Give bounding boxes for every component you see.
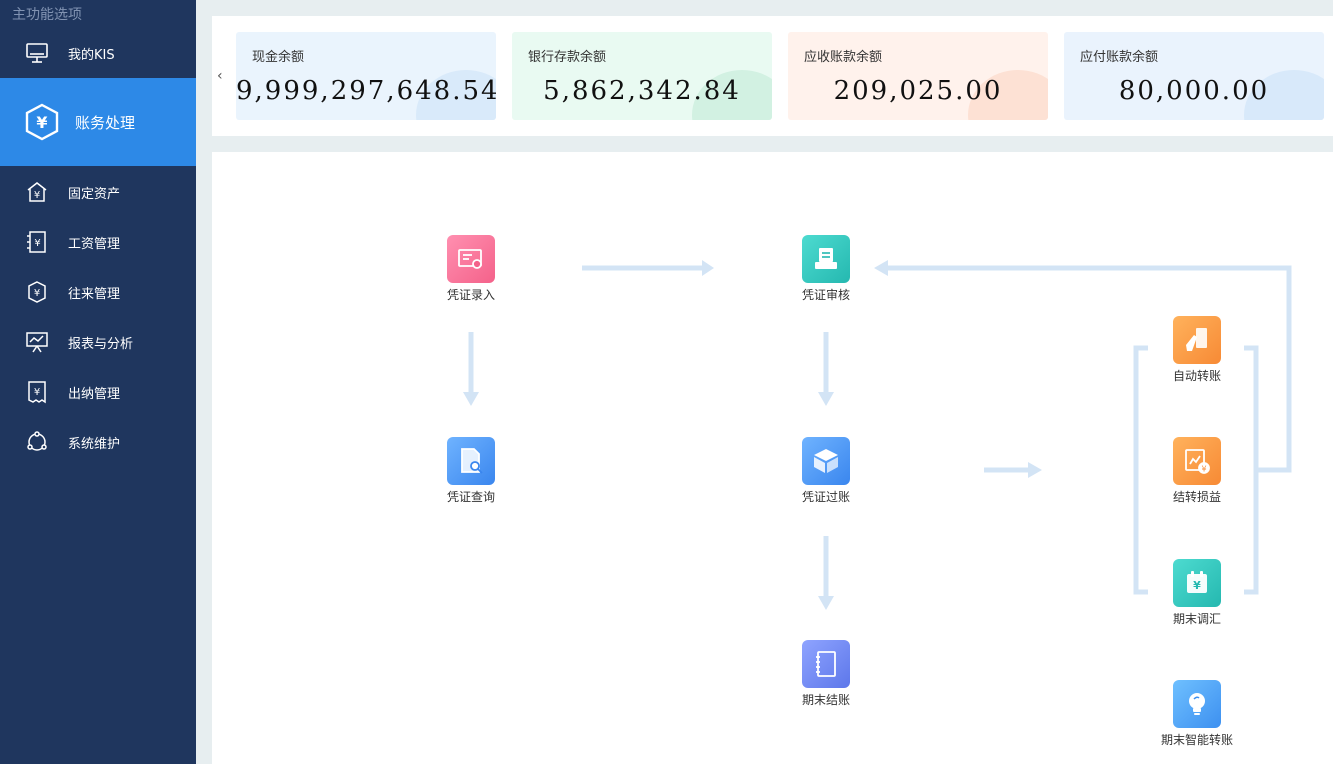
node-label: 凭证过账: [801, 490, 850, 504]
sidebar-item-system[interactable]: 系统维护: [0, 417, 196, 467]
cycle-nodes-icon: [24, 429, 50, 455]
exchange-adjust-icon: ¥: [1173, 559, 1221, 607]
yen-house-icon: ¥: [24, 179, 50, 205]
svg-text:¥: ¥: [34, 288, 40, 299]
flow-node-period-exchange[interactable]: ¥ 期末调汇: [1152, 559, 1242, 627]
card-value: 9,999,297,648.54: [236, 76, 496, 106]
sidebar-item-label: 固定资产: [68, 186, 121, 202]
node-label: 凭证录入: [446, 288, 495, 302]
flow-node-period-close[interactable]: 期末结账: [781, 640, 871, 708]
sidebar-item-payroll[interactable]: ¥ 工资管理: [0, 217, 196, 267]
flow-node-voucher-review[interactable]: 凭证审核: [781, 235, 871, 303]
node-label: 自动转账: [1172, 369, 1221, 383]
sidebar-item-reports[interactable]: 报表与分析: [0, 317, 196, 367]
node-label: 期末智能转账: [1160, 733, 1233, 747]
sidebar-item-label: 往来管理: [68, 286, 121, 302]
flow-node-voucher-post[interactable]: 凭证过账: [781, 437, 871, 505]
monitor-icon: [24, 40, 50, 66]
sidebar-item-label: 报表与分析: [68, 336, 134, 352]
flow-node-voucher-entry[interactable]: 凭证录入: [426, 235, 516, 303]
sidebar-item-label: 出纳管理: [68, 386, 121, 402]
profit-loss-icon: ¥: [1173, 437, 1221, 485]
yen-exchange-icon: ¥: [24, 279, 50, 305]
flow-node-smart-transfer[interactable]: 期末智能转账: [1152, 680, 1242, 748]
balance-card-receivable[interactable]: 应收账款余额 209,025.00: [788, 32, 1048, 120]
svg-text:¥: ¥: [1201, 465, 1206, 474]
balance-card-cash[interactable]: 现金余额 9,999,297,648.54: [236, 32, 496, 120]
node-label: 凭证查询: [446, 490, 495, 504]
node-label: 期末调汇: [1172, 612, 1221, 626]
lightbulb-icon: [1173, 680, 1221, 728]
voucher-entry-icon: [447, 235, 495, 283]
svg-text:¥: ¥: [34, 190, 40, 201]
card-value: 80,000.00: [1118, 76, 1270, 106]
sidebar-item-accounting[interactable]: ¥ 账务处理: [0, 78, 196, 166]
notebook-icon: [802, 640, 850, 688]
card-value: 209,025.00: [833, 76, 1003, 106]
voucher-review-icon: [802, 235, 850, 283]
balances-panel: ‹ 现金余额 9,999,297,648.54 银行存款余额 5,862,342…: [212, 16, 1333, 136]
svg-text:¥: ¥: [34, 387, 40, 398]
svg-text:¥: ¥: [36, 113, 47, 132]
balance-card-payable[interactable]: 应付账款余额 80,000.00: [1064, 32, 1324, 120]
yen-receipt-icon: ¥: [24, 379, 50, 405]
sidebar-item-label: 账务处理: [75, 113, 136, 132]
flow-node-auto-transfer[interactable]: 自动转账: [1152, 316, 1242, 384]
balance-card-bank[interactable]: 银行存款余额 5,862,342.84: [512, 32, 772, 120]
sidebar: 主功能选项 我的KIS ¥ 账务处理 ¥ 固定资产 ¥ 工资管理 ¥ 往来管理: [0, 0, 196, 764]
sidebar-item-my-kis[interactable]: 我的KIS: [0, 28, 196, 78]
svg-text:¥: ¥: [1193, 579, 1201, 592]
node-label: 期末结账: [801, 693, 850, 707]
sidebar-item-label: 系统维护: [68, 436, 121, 452]
chevron-left-icon[interactable]: ‹: [217, 68, 223, 84]
voucher-post-icon: [802, 437, 850, 485]
presentation-chart-icon: [24, 329, 50, 355]
yen-shield-icon: ¥: [22, 102, 62, 142]
flow-node-voucher-query[interactable]: 凭证查询: [426, 437, 516, 505]
card-label: 现金余额: [252, 50, 305, 65]
card-label: 应收账款余额: [804, 50, 883, 65]
svg-text:¥: ¥: [34, 238, 40, 249]
sidebar-item-fixed-assets[interactable]: ¥ 固定资产: [0, 167, 196, 217]
sidebar-item-cashier[interactable]: ¥ 出纳管理: [0, 367, 196, 417]
sidebar-item-accounts[interactable]: ¥ 往来管理: [0, 267, 196, 317]
sidebar-title: 主功能选项: [12, 7, 82, 23]
card-value: 5,862,342.84: [543, 76, 741, 106]
auto-transfer-icon: [1173, 316, 1221, 364]
sidebar-item-label: 工资管理: [68, 236, 121, 252]
node-label: 结转损益: [1172, 490, 1221, 504]
flow-node-profit-loss[interactable]: ¥ 结转损益: [1152, 437, 1242, 505]
sidebar-item-label: 我的KIS: [68, 47, 115, 63]
node-label: 凭证审核: [801, 288, 850, 302]
card-label: 应付账款余额: [1080, 50, 1159, 65]
card-label: 银行存款余额: [528, 50, 607, 65]
process-flow-panel: 凭证录入 凭证审核 凭证查询 凭证过账 期末结账 自动转账 ¥ 结转损益 ¥ 期…: [212, 152, 1333, 764]
yen-document-icon: ¥: [24, 229, 50, 255]
voucher-query-icon: [447, 437, 495, 485]
